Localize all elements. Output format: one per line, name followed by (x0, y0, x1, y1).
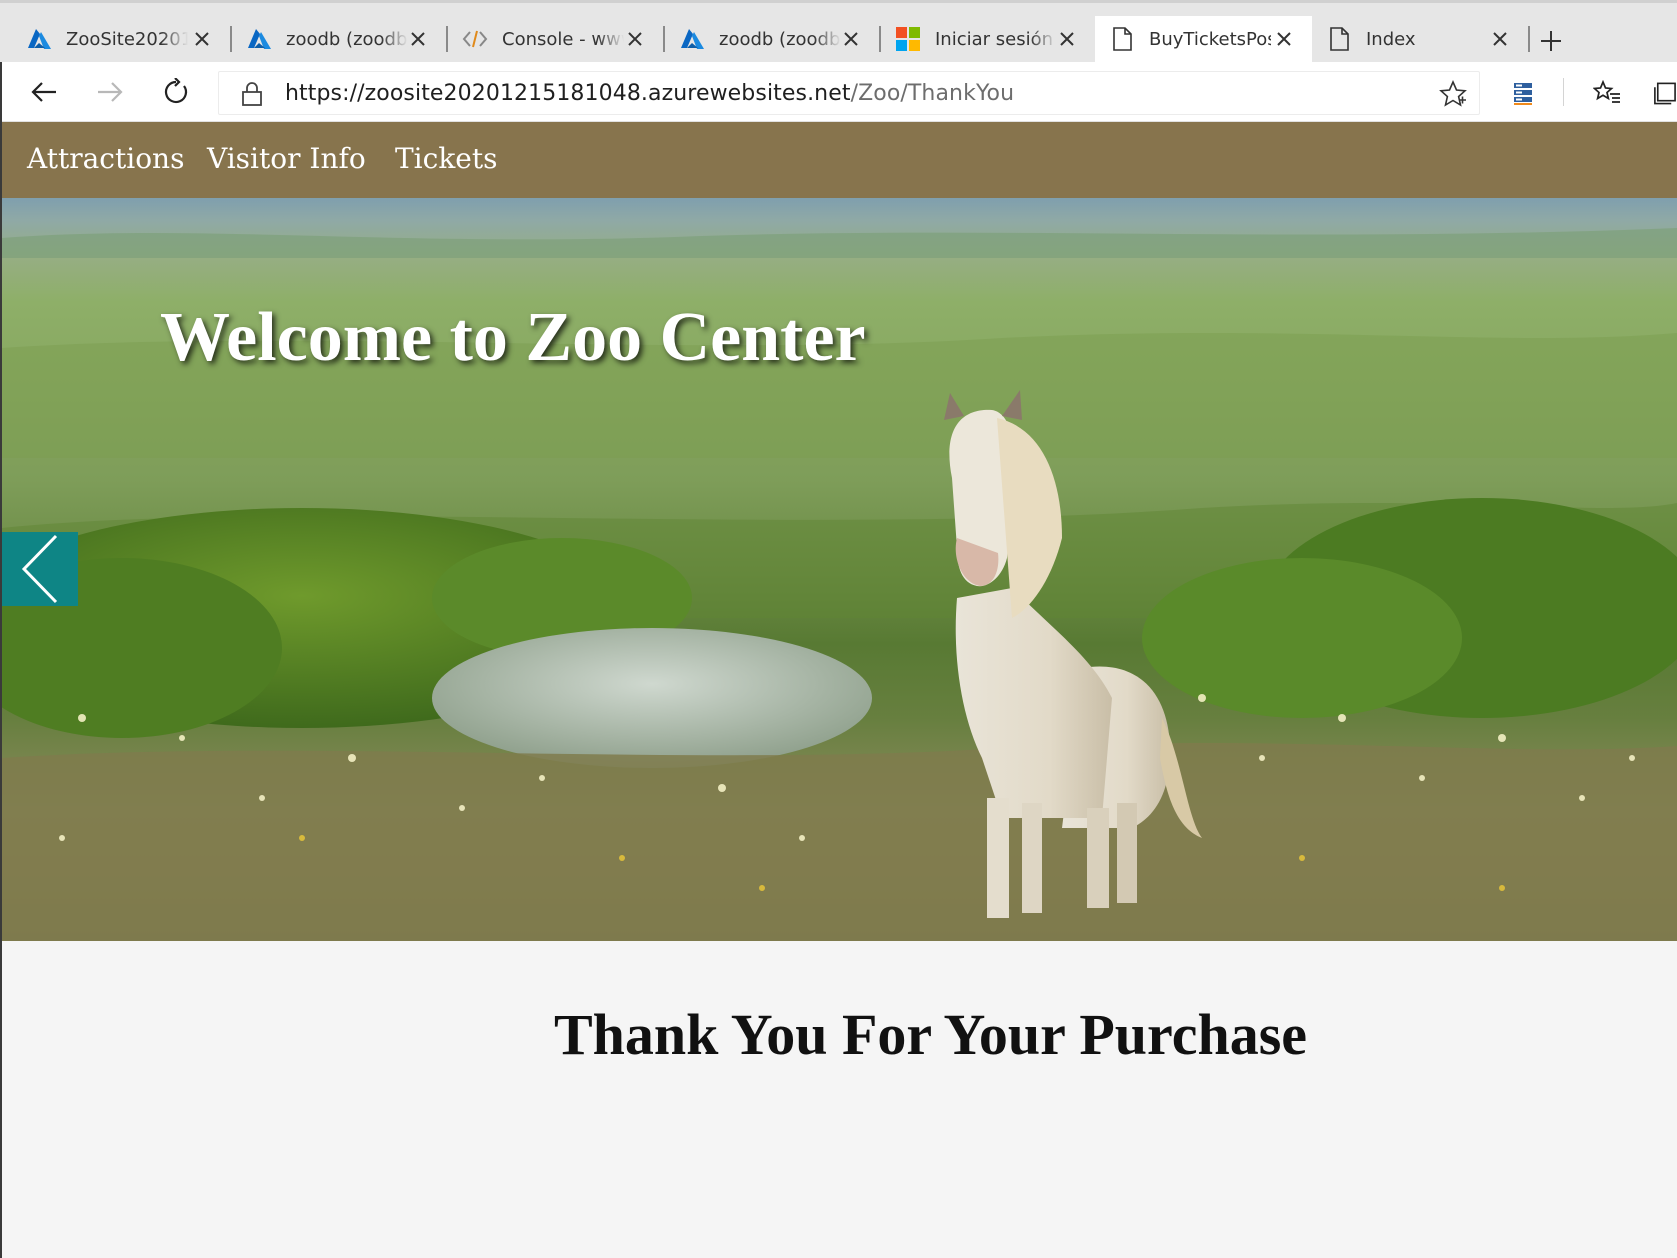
nav-link-visitor-info[interactable]: Visitor Info (207, 142, 366, 175)
tab-close-icon[interactable] (623, 27, 647, 51)
tab-title: ZooSite20201215181048 (66, 28, 188, 50)
browser-tab[interactable]: ZooSite20201215181048 (0, 16, 230, 62)
browser-tab[interactable]: Iniciar sesión en tu cuenta (881, 16, 1095, 62)
nav-link-tickets[interactable]: Tickets (395, 142, 497, 175)
tab-title: Console - www.zoosite (502, 28, 624, 50)
tab-close-icon[interactable] (406, 27, 430, 51)
browser-tab-strip: ZooSite20201215181048 zoodb (zoodb/zoodb… (0, 0, 1677, 62)
tab-close-icon[interactable] (1055, 27, 1079, 51)
chevron-left-icon (21, 534, 58, 604)
tab-close-icon[interactable] (1272, 27, 1296, 51)
new-tab-button[interactable] (1534, 24, 1568, 58)
carousel-prev-button[interactable] (2, 532, 78, 606)
page-icon (1326, 26, 1352, 52)
page-heading: Thank You For Your Purchase (553, 1002, 1308, 1067)
favorites-list-icon (1593, 80, 1620, 103)
browser-tab[interactable]: zoodb (zoodb/zoodb) (665, 16, 879, 62)
refresh-icon (164, 78, 188, 104)
hero-title: Welcome to Zoo Center (160, 299, 866, 376)
tab-title: zoodb (zoodb/zoodb) (286, 28, 408, 50)
tab-title: Iniciar sesión en tu cuenta (935, 28, 1057, 50)
main-content: Thank You For Your Purchase (2, 941, 1677, 1258)
tab-separator (1528, 26, 1530, 52)
favorites-button[interactable] (1590, 76, 1624, 110)
url-path: /Zoo/ThankYou (850, 81, 1015, 106)
browser-tab[interactable]: Console - www.zoosite (448, 16, 663, 62)
nav-link-attractions[interactable]: Attractions (27, 142, 184, 175)
azure-icon (246, 26, 272, 52)
arrow-right-icon (98, 82, 123, 102)
azure-icon (679, 26, 705, 52)
url-host: https://zoosite20201215181048.azurewebsi… (285, 81, 851, 106)
lock-icon (242, 82, 262, 106)
refresh-button[interactable] (156, 72, 196, 112)
plus-icon (1541, 31, 1561, 51)
site-nav-bar: Attractions Visitor Info Tickets (2, 122, 1677, 198)
hero-banner: Welcome to Zoo Center (2, 198, 1677, 941)
arrow-left-icon (31, 82, 56, 102)
toolbar-divider (1563, 78, 1564, 106)
collections-button[interactable] (1652, 76, 1677, 110)
back-button[interactable] (24, 72, 64, 112)
collections-icon (1654, 82, 1676, 105)
tab-close-icon[interactable] (839, 27, 863, 51)
page-icon (1109, 26, 1135, 52)
server-stack-icon (1514, 83, 1532, 105)
tab-title: BuyTicketsPost (1149, 28, 1271, 50)
browser-tab-active[interactable]: BuyTicketsPost (1095, 16, 1312, 62)
address-bar[interactable]: https://zoosite20201215181048.azurewebsi… (218, 71, 1480, 115)
browser-tab[interactable]: Index (1312, 16, 1528, 62)
microsoft-icon (895, 26, 921, 52)
favorite-star-icon[interactable] (1439, 80, 1467, 108)
forward-button[interactable] (90, 72, 130, 112)
extension-button[interactable] (1506, 76, 1540, 110)
tab-title: Index (1366, 28, 1416, 50)
url-text: https://zoosite20201215181048.azurewebsi… (285, 81, 1014, 106)
azure-icon (26, 26, 52, 52)
tab-close-icon[interactable] (190, 27, 214, 51)
tab-strip-top-edge (0, 0, 1677, 3)
tab-title: zoodb (zoodb/zoodb) (719, 28, 841, 50)
browser-toolbar: https://zoosite20201215181048.azurewebsi… (0, 62, 1677, 122)
tab-close-icon[interactable] (1488, 27, 1512, 51)
devtools-icon (462, 26, 488, 52)
browser-tab[interactable]: zoodb (zoodb/zoodb) (232, 16, 446, 62)
